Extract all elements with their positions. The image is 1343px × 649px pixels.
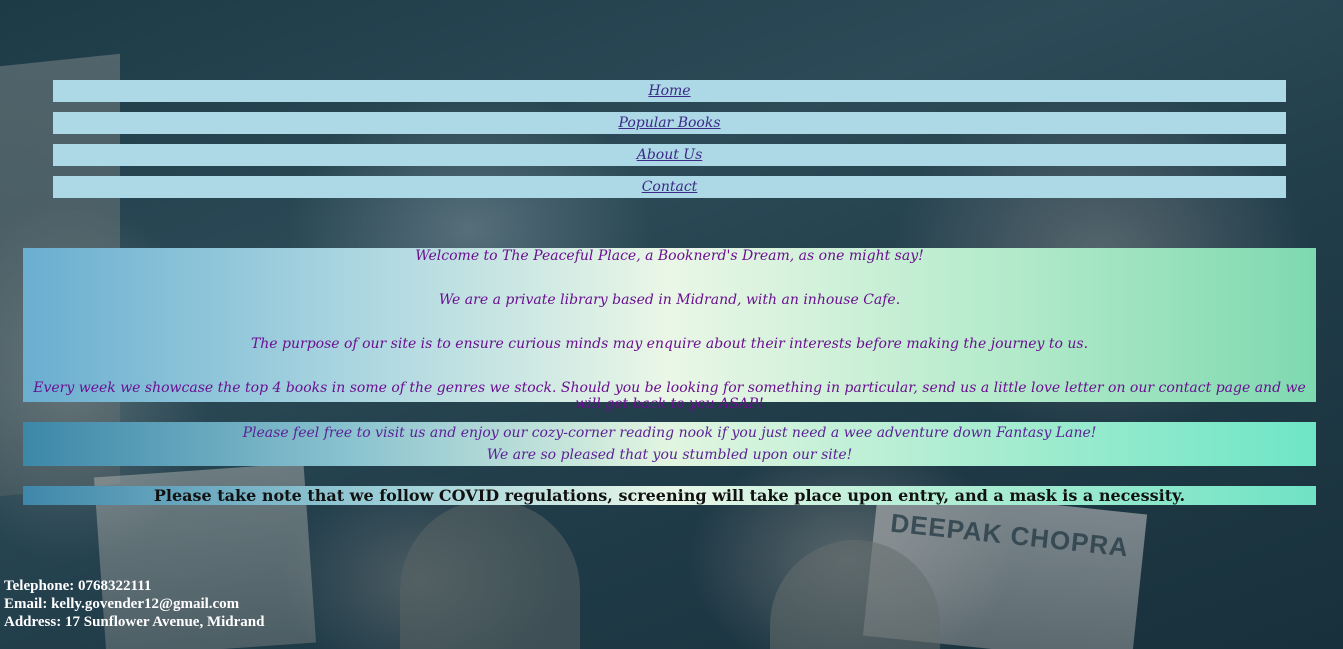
- visit-invitation-line-2: We are so pleased that you stumbled upon…: [486, 447, 853, 463]
- visit-invitation-section: Please feel free to visit us and enjoy o…: [23, 422, 1316, 466]
- welcome-line-3: The purpose of our site is to ensure cur…: [250, 336, 1089, 352]
- contact-address: Address: 17 Sunflower Avenue, Midrand: [4, 614, 265, 630]
- covid-notice: Please take note that we follow COVID re…: [23, 486, 1316, 505]
- background-shoe-left: [400, 500, 580, 649]
- main-nav: Home Popular Books About Us Contact: [53, 80, 1286, 208]
- contact-email: Email: kelly.govender12@gmail.com: [4, 596, 240, 612]
- nav-link-contact[interactable]: Contact: [642, 179, 698, 195]
- welcome-section: Welcome to The Peaceful Place, a Bookner…: [23, 248, 1316, 412]
- contact-telephone: Telephone: 0768322111: [4, 578, 152, 594]
- nav-item-popular-books: Popular Books: [53, 112, 1286, 134]
- nav-item-about-us: About Us: [53, 144, 1286, 166]
- background-book-title: DEEPAK CHOPRA: [889, 507, 1131, 563]
- welcome-line-2: We are a private library based in Midran…: [438, 292, 901, 308]
- background-book-right: [862, 486, 1148, 649]
- welcome-line-1: Welcome to The Peaceful Place, a Bookner…: [415, 248, 924, 264]
- background-shoe-right: [770, 540, 940, 649]
- welcome-line-4: Every week we showcase the top 4 books i…: [33, 380, 1306, 412]
- nav-link-popular-books[interactable]: Popular Books: [618, 115, 720, 131]
- visit-invitation-line-1: Please feel free to visit us and enjoy o…: [242, 425, 1097, 441]
- nav-item-contact: Contact: [53, 176, 1286, 198]
- contact-info: Telephone: 0768322111 Email: kelly.goven…: [4, 577, 264, 631]
- nav-link-home[interactable]: Home: [648, 83, 690, 99]
- nav-item-home: Home: [53, 80, 1286, 102]
- nav-link-about-us[interactable]: About Us: [637, 147, 703, 163]
